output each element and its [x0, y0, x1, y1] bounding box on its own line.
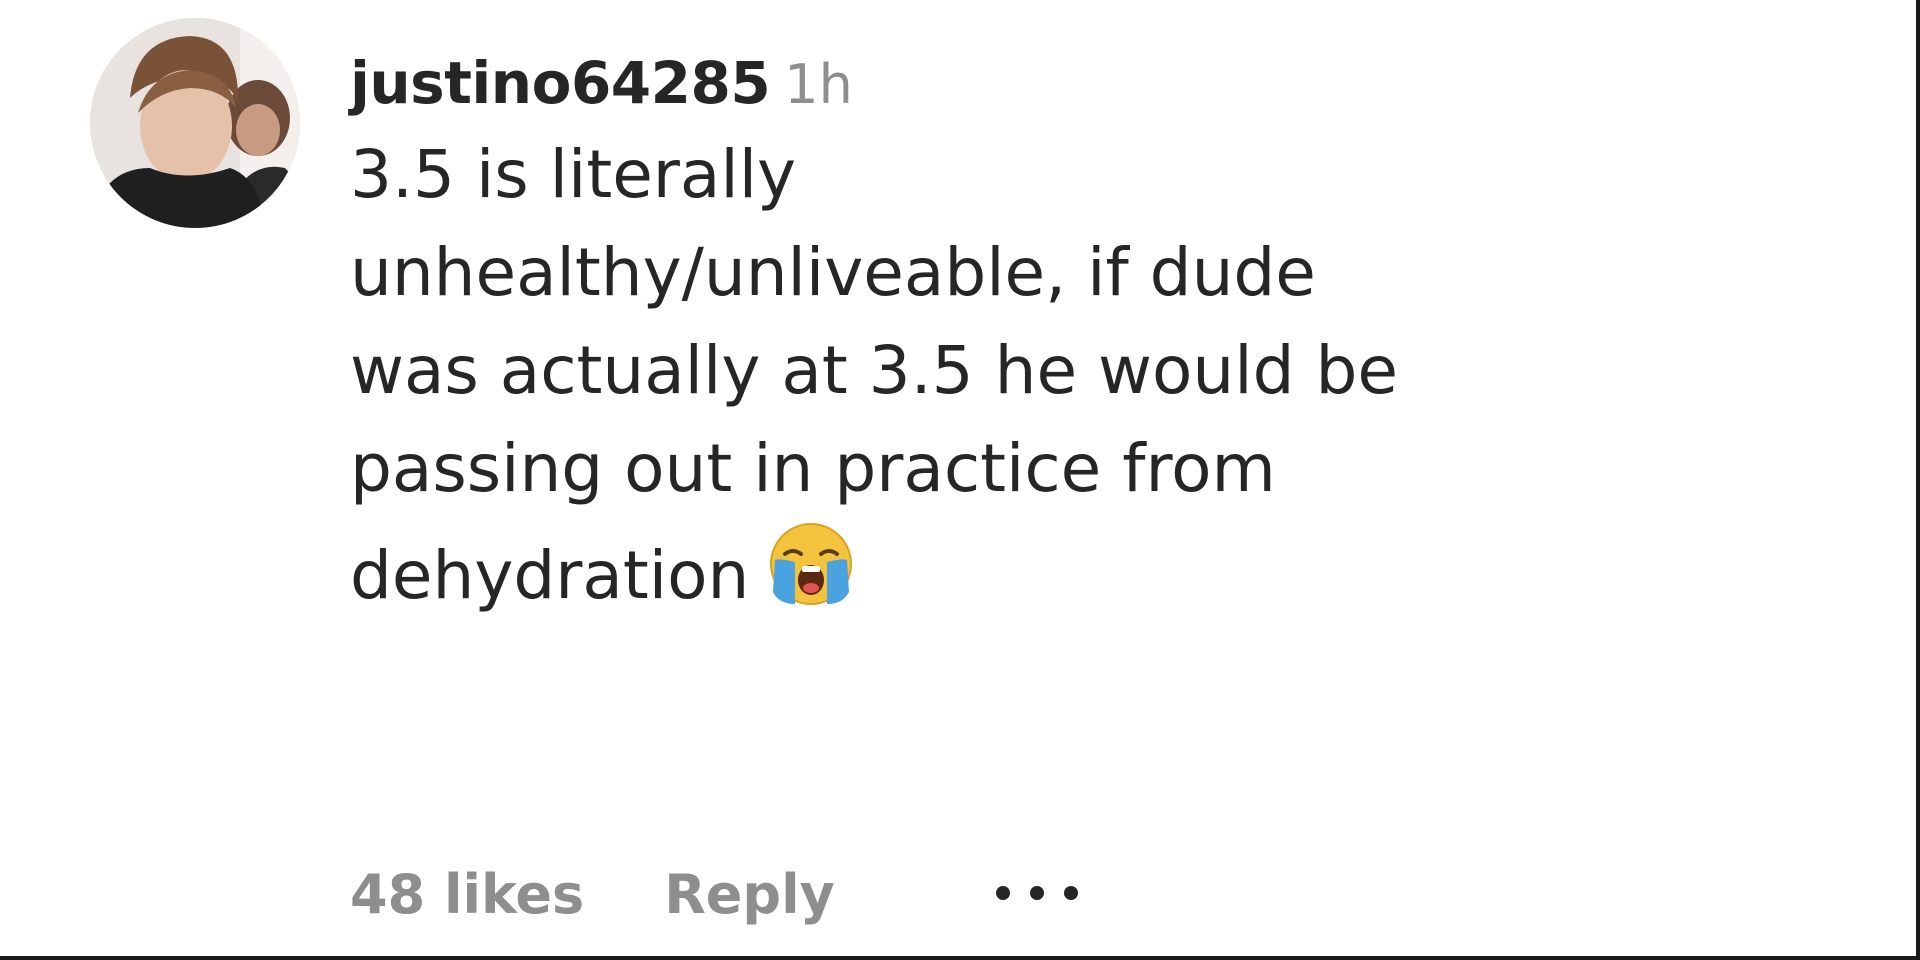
comment-text-line: unhealthy/unliveable, if dude — [350, 234, 1316, 311]
comment-text-last-line: dehydration — [350, 518, 1890, 625]
comment-text: 3.5 is literally unhealthy/unliveable, i… — [350, 126, 1890, 625]
avatar-photo — [90, 18, 300, 228]
comment-header: justino64285 1h — [350, 40, 1890, 126]
reply-button[interactable]: Reply — [664, 860, 835, 930]
comment-text-line: was actually at 3.5 he would be — [350, 332, 1398, 409]
comment-text-line: passing out in practice from — [350, 430, 1276, 507]
comment-content: justino64285 1h 3.5 is literally unhealth… — [350, 40, 1890, 625]
username-link[interactable]: justino64285 — [350, 49, 771, 117]
comment-timestamp: 1h — [784, 53, 853, 116]
likes-count[interactable]: 48 likes — [350, 860, 584, 930]
comment-actions: 48 likes Reply — [350, 860, 1095, 930]
avatar[interactable] — [90, 18, 300, 228]
comment-text-line: dehydration — [350, 537, 750, 614]
comment-text-line: 3.5 is literally — [350, 136, 797, 213]
more-options-icon[interactable] — [985, 860, 1095, 901]
comment-card: justino64285 1h 3.5 is literally unhealth… — [0, 0, 1920, 960]
loudly-crying-face-icon — [765, 518, 857, 610]
